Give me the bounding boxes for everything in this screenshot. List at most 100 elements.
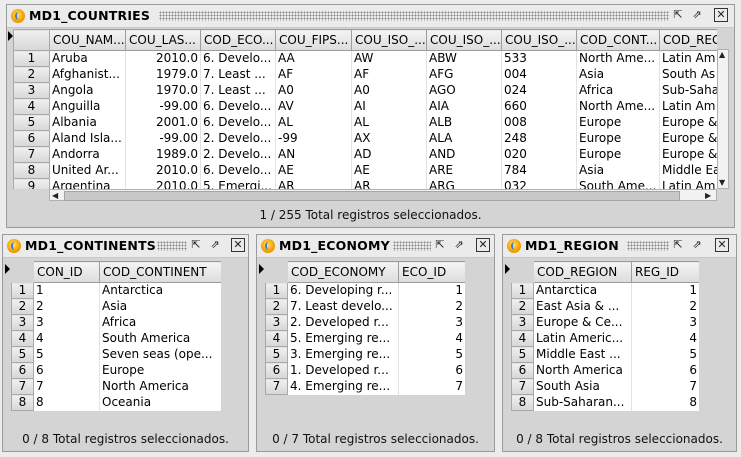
row-number[interactable]: 2 (265, 298, 288, 315)
table-cell[interactable]: AA (275, 50, 352, 67)
table-cell[interactable]: 4. Emerging re... (287, 378, 399, 395)
table-cell[interactable]: 6. Develo... (200, 98, 276, 115)
table-row[interactable]: 7 South Asia 7 (511, 378, 699, 395)
table-row[interactable]: 2 7. Least develo... 2 (265, 298, 465, 315)
table-cell[interactable]: 2001.0 (125, 114, 201, 131)
table-cell[interactable]: ABW (426, 50, 502, 67)
column-header[interactable]: CON_ID (33, 261, 100, 283)
table-cell[interactable]: 7. Least ... (200, 66, 276, 83)
row-number[interactable]: 1 (13, 50, 50, 67)
row-number[interactable]: 7 (511, 378, 534, 395)
table-cell[interactable]: Europe & (659, 146, 717, 163)
row-number[interactable]: 1 (11, 282, 34, 299)
table-row[interactable]: 6 1. Developed r... 6 (265, 362, 465, 379)
column-header[interactable]: COU_NAM... (49, 29, 126, 51)
row-number[interactable]: 4 (511, 330, 534, 347)
row-number[interactable]: 1 (265, 282, 288, 299)
minimize-icon[interactable]: ⇱ (433, 238, 447, 252)
table-cell[interactable]: Africa (99, 314, 221, 331)
column-header[interactable]: COD_ECONOMY (287, 261, 399, 283)
column-header[interactable]: COD_CONTINENT (99, 261, 221, 283)
table-cell[interactable]: AR (351, 178, 427, 189)
scroll-right-icon[interactable]: ▶ (705, 191, 711, 201)
table-cell[interactable]: 784 (501, 162, 577, 179)
column-header[interactable]: COD_REGION (533, 261, 632, 283)
table-cell[interactable]: 1 (398, 282, 465, 299)
row-number[interactable]: 4 (265, 330, 288, 347)
countries-horizontal-scrollbar[interactable]: ◀ ▶ (49, 189, 717, 201)
continents-titlebar[interactable]: MD1_CONTINENTS ⇱ ⇗ ✕ (3, 235, 248, 258)
table-row[interactable]: 3 Angola 1970.0 7. Least ... A0 A0 AGO 024 Afric… (13, 82, 717, 99)
table-cell[interactable]: 1989.0 (125, 146, 201, 163)
table-cell[interactable]: AE (351, 162, 427, 179)
table-cell[interactable]: Europe & (659, 130, 717, 147)
table-row[interactable]: 1 Antarctica 1 (511, 282, 699, 299)
maximize-icon[interactable]: ⇗ (452, 238, 466, 252)
table-cell[interactable]: Afghanist... (49, 66, 126, 83)
table-cell[interactable]: Asia (576, 66, 660, 83)
table-cell[interactable]: 032 (501, 178, 577, 189)
table-cell[interactable]: AI (351, 98, 427, 115)
table-cell[interactable]: Europe (576, 114, 660, 131)
drag-grip[interactable] (159, 11, 669, 21)
table-row[interactable]: 2 Afghanist... 1979.0 7. Least ... AF AF AFG 00… (13, 66, 717, 83)
table-cell[interactable]: 3 (398, 314, 465, 331)
row-number[interactable]: 6 (11, 362, 34, 379)
table-cell[interactable]: Europe (576, 146, 660, 163)
table-cell[interactable]: 660 (501, 98, 577, 115)
table-cell[interactable]: 3 (631, 314, 699, 331)
column-header[interactable]: COD_ECO... (200, 29, 276, 51)
table-cell[interactable]: Oceania (99, 394, 221, 411)
table-row[interactable]: 5 Middle East ... 5 (511, 346, 699, 363)
close-icon[interactable]: ✕ (715, 238, 729, 252)
table-cell[interactable]: Aruba (49, 50, 126, 67)
table-row[interactable]: 1 6. Developing r... 1 (265, 282, 465, 299)
table-cell[interactable]: 5 (631, 346, 699, 363)
table-cell[interactable]: Angola (49, 82, 126, 99)
table-cell[interactable]: 4 (398, 330, 465, 347)
table-cell[interactable]: 6. Develo... (200, 114, 276, 131)
row-number[interactable]: 1 (511, 282, 534, 299)
row-number[interactable]: 3 (11, 314, 34, 331)
scroll-left-icon[interactable]: ◀ (52, 191, 58, 201)
table-row[interactable]: 9 Argentina 2010.0 5. Emergi... AR AR ARG 032 So… (13, 178, 717, 189)
scroll-down-icon[interactable]: ▼ (719, 178, 725, 188)
column-header[interactable]: COU_ISO_... (426, 29, 502, 51)
table-row[interactable]: 5 Albania 2001.0 6. Develo... AL AL ALB 008 Euro… (13, 114, 717, 131)
table-row[interactable]: 6 North America 6 (511, 362, 699, 379)
table-cell[interactable]: 4 (631, 330, 699, 347)
table-cell[interactable]: Latin Am (659, 98, 717, 115)
table-cell[interactable]: 2 (33, 298, 100, 315)
table-cell[interactable]: AFG (426, 66, 502, 83)
table-row[interactable]: 4 Latin Americ... 4 (511, 330, 699, 347)
table-cell[interactable]: 6 (398, 362, 465, 379)
table-cell[interactable]: Latin Am (659, 178, 717, 189)
row-number[interactable]: 7 (265, 378, 288, 395)
row-number[interactable]: 5 (511, 346, 534, 363)
table-row[interactable]: 3 2. Developed r... 3 (265, 314, 465, 331)
table-cell[interactable]: AF (351, 66, 427, 83)
table-cell[interactable]: 6. Developing r... (287, 282, 399, 299)
maximize-icon[interactable]: ⇗ (208, 238, 222, 252)
table-cell[interactable]: 5. Emerging re... (287, 330, 399, 347)
drag-grip[interactable] (157, 241, 187, 251)
column-header[interactable]: COD_REG (659, 29, 717, 51)
table-cell[interactable]: AE (275, 162, 352, 179)
table-cell[interactable]: 008 (501, 114, 577, 131)
table-cell[interactable]: Europe (576, 130, 660, 147)
table-cell[interactable]: South Ame... (576, 178, 660, 189)
table-cell[interactable]: AD (351, 146, 427, 163)
table-cell[interactable]: 248 (501, 130, 577, 147)
table-cell[interactable]: 6. Develo... (200, 162, 276, 179)
table-cell[interactable]: South America (99, 330, 221, 347)
table-row[interactable]: 8 Sub-Saharan... 8 (511, 394, 699, 411)
table-cell[interactable]: -99 (275, 130, 352, 147)
minimize-icon[interactable]: ⇱ (671, 238, 685, 252)
table-cell[interactable]: -99.00 (125, 98, 201, 115)
table-cell[interactable]: AIA (426, 98, 502, 115)
table-cell[interactable]: 1970.0 (125, 82, 201, 99)
table-cell[interactable]: North Ame... (576, 50, 660, 67)
table-cell[interactable]: 3 (33, 314, 100, 331)
table-cell[interactable]: Middle East ... (533, 346, 632, 363)
table-cell[interactable]: North America (533, 362, 632, 379)
